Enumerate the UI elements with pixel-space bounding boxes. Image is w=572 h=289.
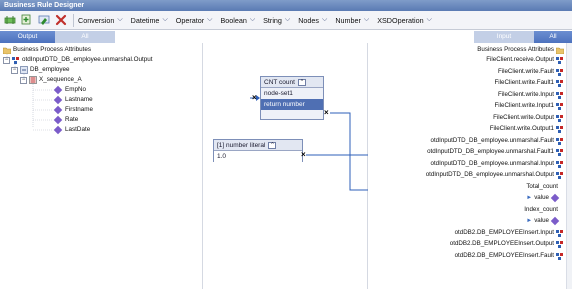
input-item-label: FileClient.write.Input1	[494, 102, 555, 109]
node-icon	[556, 160, 563, 168]
count-title: CNT count	[264, 78, 295, 86]
literal-title: [1] number literal	[217, 141, 266, 149]
number-literal-box[interactable]: [1] number literal ^ 1.0	[213, 139, 303, 162]
input-list-item[interactable]: Index_count	[524, 205, 558, 215]
input-list-item[interactable]: FileClient.receive.Output	[486, 55, 564, 65]
input-list-item[interactable]: FileClient.write.Output1	[490, 124, 564, 134]
node-icon	[556, 137, 563, 145]
count-function-box[interactable]: CNT count ^ node-set1 return number	[260, 76, 324, 120]
input-item-label: otdInputDTD_DB_employee.unmarshal.Input	[430, 159, 554, 167]
port-connector-icon[interactable]: ×	[324, 108, 329, 117]
port-connector-icon[interactable]: ×	[301, 150, 306, 159]
link-arrow-icon: ►	[526, 218, 533, 224]
input-item-label: FileClient.write.Output	[493, 113, 554, 121]
link-arrow-icon: ►	[526, 195, 533, 201]
input-value-leaf[interactable]: ► value	[526, 216, 560, 226]
count-input-port[interactable]: node-set1	[261, 88, 323, 99]
port-connector-icon[interactable]: ×	[252, 93, 257, 102]
count-header: CNT count ^	[261, 77, 323, 88]
input-item-label: otdInputDTD_DB_employee.unmarshal.Output	[425, 171, 554, 178]
input-tree-root[interactable]: Business Process Attributes	[477, 45, 564, 55]
input-list-item[interactable]: otdDB2.DB_EMPLOYEEInsert.Input	[455, 228, 564, 238]
node-icon	[556, 114, 563, 122]
node-icon	[556, 241, 563, 248]
scrollbar[interactable]	[566, 43, 572, 289]
input-list-item[interactable]: FileClient.write.Input	[498, 90, 564, 100]
collapse-box-icon[interactable]: ^	[297, 78, 306, 86]
input-item-label: value	[534, 217, 549, 224]
count-output-port[interactable]: return number	[261, 99, 323, 110]
node-icon	[556, 149, 563, 156]
input-list-item[interactable]: FileClient.write.Fault	[498, 67, 564, 77]
input-item-label: Index_count	[524, 205, 558, 213]
node-icon	[556, 172, 563, 179]
folder-icon	[556, 47, 564, 54]
input-item-label: otdInputDTD_DB_employee.unmarshal.Fault	[430, 136, 554, 144]
input-item-label: otdDB2.DB_EMPLOYEEInsert.Input	[454, 228, 554, 236]
node-icon	[556, 229, 563, 237]
input-item-label: FileClient.write.Output1	[489, 125, 554, 132]
node-icon	[556, 252, 563, 260]
input-list-item[interactable]: otdDB2.DB_EMPLOYEEInsert.Output	[450, 239, 564, 249]
input-item-label: otdDB2.DB_EMPLOYEEInsert.Output	[449, 240, 554, 247]
input-item-label: FileClient.write.Fault1	[494, 79, 555, 86]
node-icon	[556, 57, 563, 64]
input-value-leaf[interactable]: ► value	[526, 193, 560, 203]
input-item-label: value	[534, 194, 549, 201]
node-icon	[556, 103, 563, 110]
input-list-item[interactable]: otdInputDTD_DB_employee.unmarshal.Input	[431, 159, 564, 169]
node-icon	[556, 68, 563, 76]
node-icon	[556, 126, 563, 133]
input-list-item[interactable]: FileClient.write.Fault1	[495, 78, 565, 88]
input-list-item[interactable]: otdInputDTD_DB_employee.unmarshal.Output	[426, 170, 564, 180]
input-list-item[interactable]: otdDB2.DB_EMPLOYEEInsert.Fault	[455, 251, 564, 261]
input-list-item[interactable]: Total_count	[526, 182, 558, 192]
input-list-item[interactable]: FileClient.write.Output	[493, 113, 564, 123]
input-tree-root-label: Business Process Attributes	[477, 46, 554, 53]
input-item-label: FileClient.write.Input	[497, 90, 554, 98]
literal-header: [1] number literal ^	[214, 140, 302, 151]
node-icon	[556, 80, 563, 87]
input-item-label: Total_count	[526, 182, 558, 190]
collapse-box-icon[interactable]: ^	[268, 141, 277, 149]
node-icon	[556, 91, 563, 99]
input-item-label: otdInputDTD_DB_employee.unmarshal.Fault1	[427, 148, 554, 155]
input-item-label: FileClient.receive.Output	[486, 56, 554, 63]
attribute-icon	[550, 193, 560, 203]
input-list-item[interactable]: otdInputDTD_DB_employee.unmarshal.Fault1	[427, 147, 564, 157]
input-list-item[interactable]: otdInputDTD_DB_employee.unmarshal.Fault	[431, 136, 564, 146]
input-item-label: otdDB2.DB_EMPLOYEEInsert.Fault	[454, 251, 554, 259]
input-list-item[interactable]: FileClient.write.Input1	[495, 101, 565, 111]
attribute-icon	[550, 216, 560, 226]
input-item-label: FileClient.write.Fault	[497, 67, 554, 75]
literal-value-field[interactable]: 1.0	[214, 151, 302, 162]
